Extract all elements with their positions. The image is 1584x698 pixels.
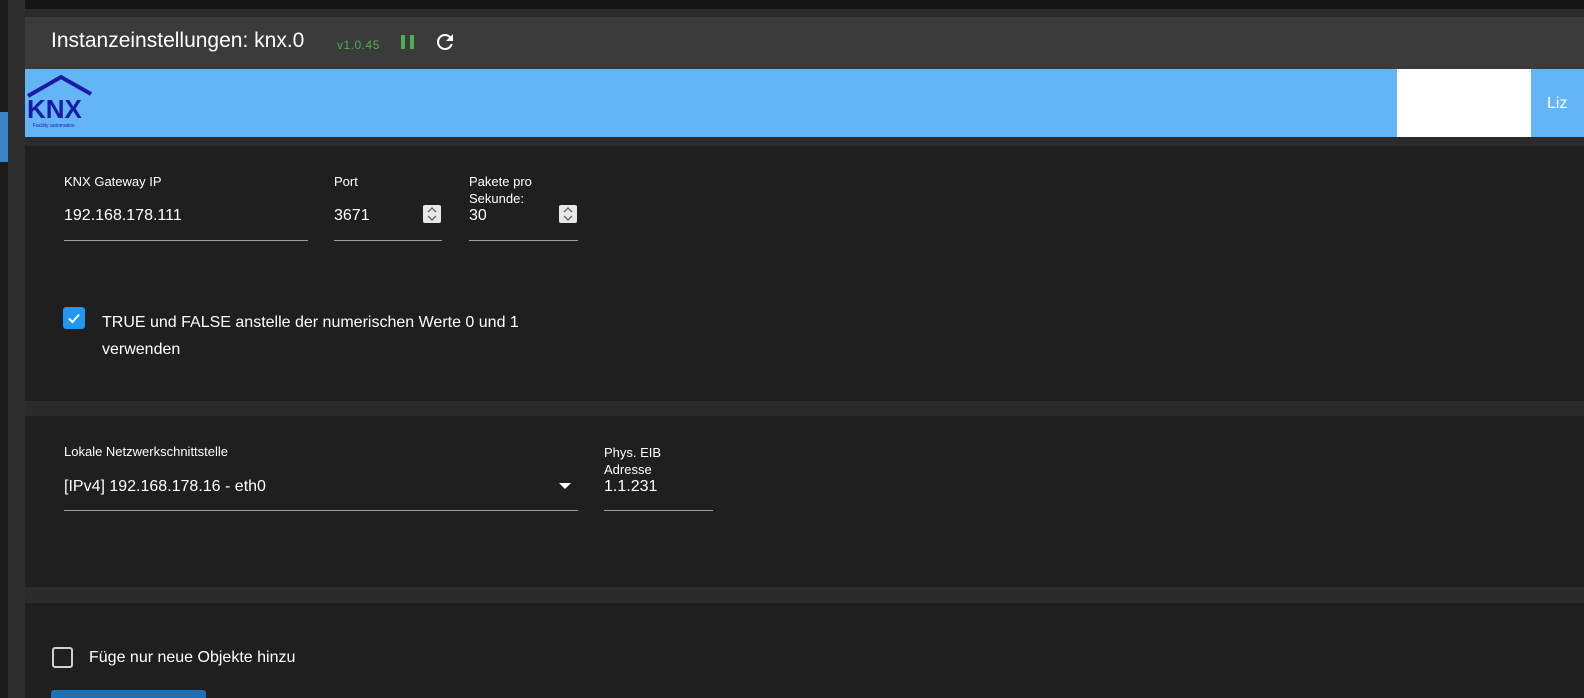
packets-per-second-underline [469, 240, 578, 241]
adapter-header-band [25, 69, 1584, 137]
version-badge: v1.0.45 [337, 38, 380, 52]
chevron-down-icon [427, 215, 437, 221]
gateway-ip-underline [64, 240, 308, 241]
add-only-new-label: Füge nur neue Objekte hinzu [89, 649, 296, 666]
port-input[interactable]: 3671 [334, 207, 370, 225]
gateway-ip-label: KNX Gateway IP [64, 174, 162, 189]
knx-logo: KNX Facility automation [25, 72, 97, 132]
svg-text:KNX: KNX [27, 94, 83, 124]
phys-eib-address-label-line1: Phys. EIB [604, 445, 662, 460]
use-true-false-checkbox[interactable] [63, 307, 85, 329]
packets-per-second-label-line1: Pakete pro [469, 174, 532, 189]
pause-instance-button[interactable] [398, 32, 418, 52]
port-stepper[interactable] [423, 205, 441, 223]
local-interface-label: Lokale Netzwerkschnittstelle [64, 444, 229, 459]
packets-per-second-input[interactable]: 30 [469, 207, 487, 225]
dropdown-arrow-icon[interactable] [558, 482, 572, 490]
port-underline [334, 240, 442, 241]
sidebar-active-indicator [0, 112, 8, 162]
header-tab-blank [1397, 69, 1531, 137]
reload-instance-button[interactable] [433, 30, 457, 54]
checkmark-icon [68, 313, 80, 324]
chevron-up-icon [563, 207, 573, 213]
phys-eib-address-underline [604, 510, 713, 511]
network-settings-panel [25, 416, 1584, 587]
left-sidebar-strip [0, 0, 25, 698]
use-true-false-label-line1: TRUE und FALSE anstelle der numerischen … [102, 314, 519, 331]
tab-license[interactable]: Liz [1547, 95, 1567, 113]
chevron-down-icon [563, 215, 573, 221]
window-top-border [0, 0, 1584, 9]
phys-eib-address-label-line2: Adresse [604, 462, 652, 477]
pause-icon [398, 32, 418, 52]
dialog-title: Instanzeinstellungen: knx.0 [51, 29, 305, 52]
packets-per-second-label-line2: Sekunde: [469, 191, 524, 206]
sidebar-edge [0, 0, 8, 698]
phys-eib-address-input[interactable]: 1.1.231 [604, 478, 657, 496]
chevron-up-icon [427, 207, 437, 213]
local-interface-select[interactable]: [IPv4] 192.168.178.16 - eth0 [64, 478, 266, 496]
reload-icon [436, 33, 453, 50]
port-label: Port [334, 174, 358, 189]
gateway-ip-input[interactable]: 192.168.178.111 [64, 207, 182, 225]
import-action-button[interactable] [51, 690, 206, 698]
use-true-false-label-line2: verwenden [102, 341, 181, 358]
add-only-new-checkbox[interactable] [52, 647, 73, 668]
svg-text:Facility automation: Facility automation [33, 123, 75, 129]
local-interface-underline [64, 510, 578, 511]
use-true-false-label: TRUE und FALSE anstelle der numerischen … [102, 309, 582, 363]
packets-per-second-stepper[interactable] [559, 205, 577, 223]
